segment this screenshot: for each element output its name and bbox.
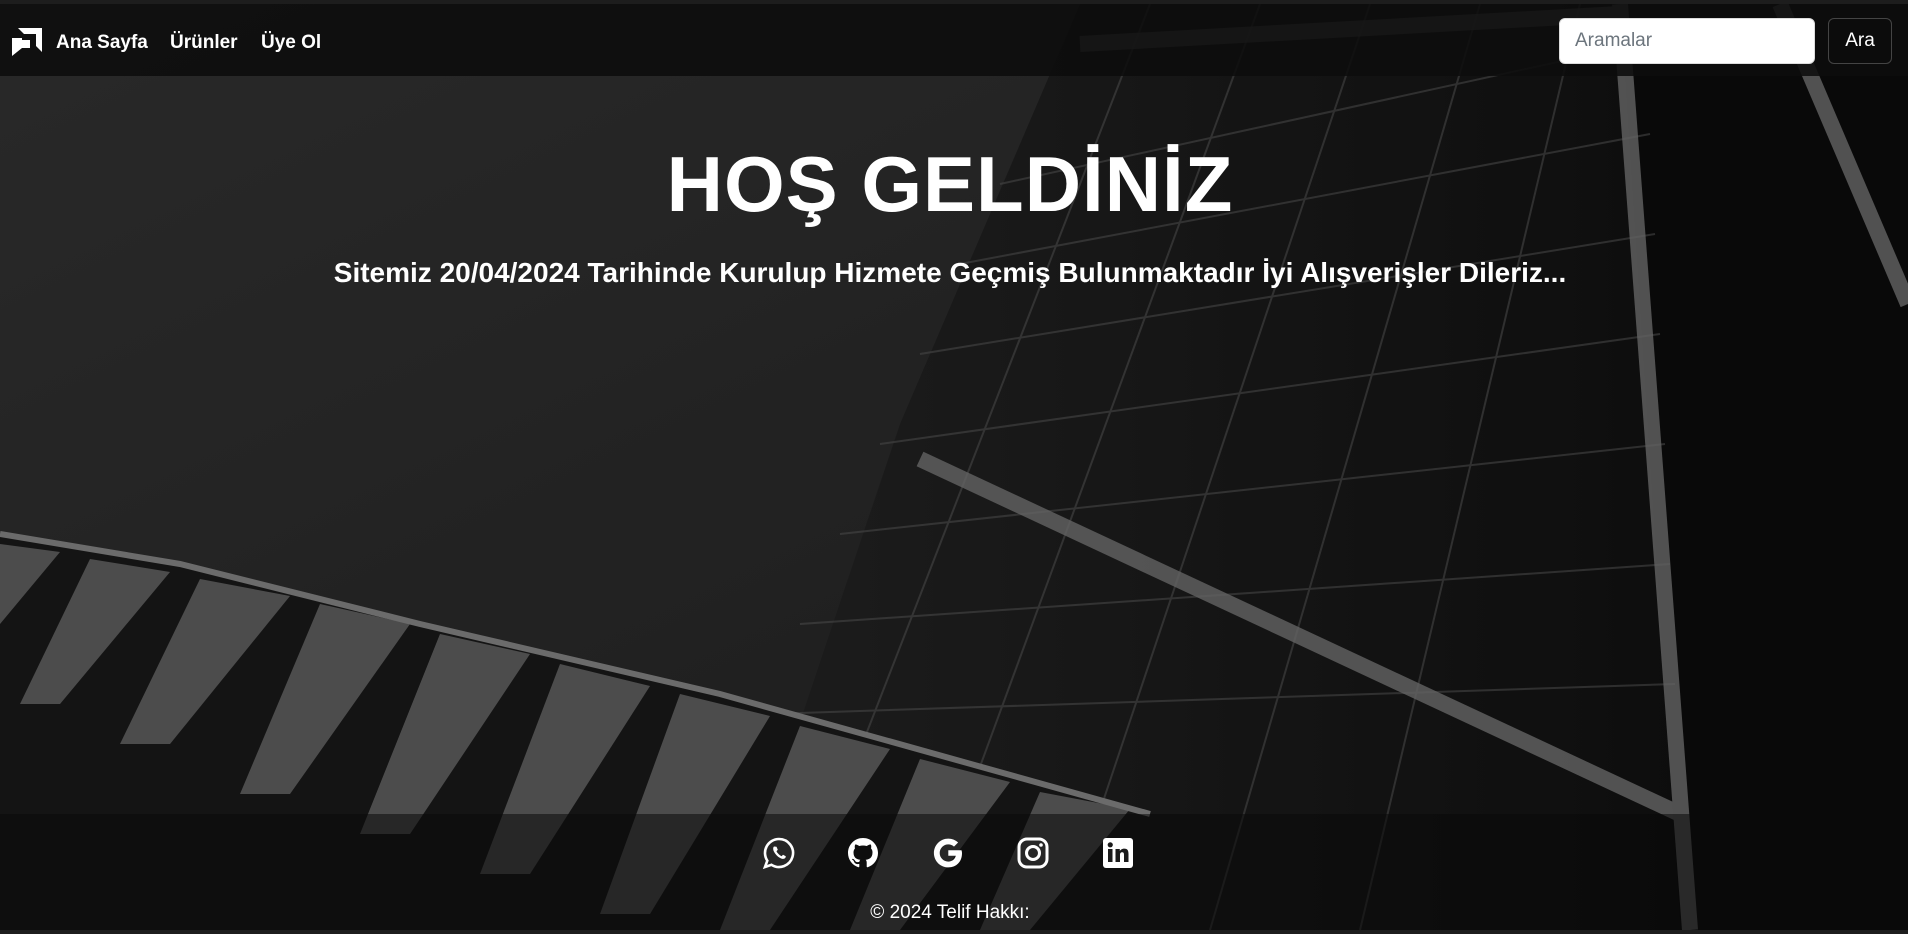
instagram-icon[interactable] (1016, 836, 1050, 870)
amd-logo-icon[interactable] (12, 28, 42, 58)
copyright-text: © 2024 Telif Hakkı: (870, 902, 1030, 923)
nav-link-urunler[interactable]: Ürünler (170, 32, 238, 54)
search-button[interactable]: Ara (1828, 18, 1892, 64)
hero-title: HOŞ GELDİNİZ (666, 140, 1234, 228)
linkedin-icon[interactable] (1101, 836, 1135, 870)
hero-subtitle: Sitemiz 20/04/2024 Tarihinde Kurulup Hiz… (333, 257, 1567, 288)
navbar: Ana Sayfa Ürünler Üye Ol Ara (0, 4, 1908, 76)
page: Ana Sayfa Ürünler Üye Ol Ara HOŞ GELDİNİ… (0, 4, 1908, 930)
github-icon[interactable] (846, 836, 880, 870)
whatsapp-icon[interactable] (762, 836, 796, 870)
search-input[interactable] (1559, 18, 1815, 64)
google-icon[interactable] (931, 836, 965, 870)
nav-link-ana-sayfa[interactable]: Ana Sayfa (56, 32, 148, 54)
nav-link-uye-ol[interactable]: Üye Ol (261, 32, 321, 54)
